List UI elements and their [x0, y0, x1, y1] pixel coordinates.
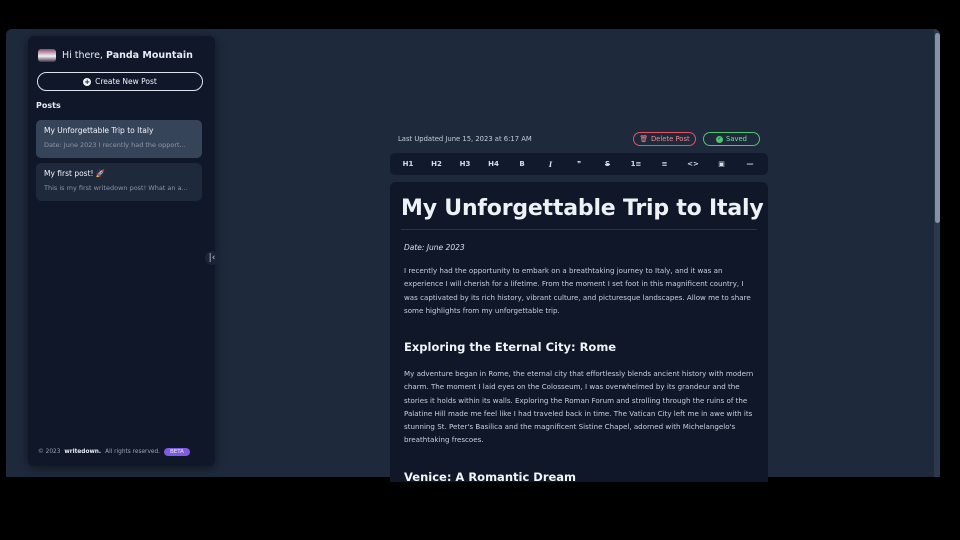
footer-brand[interactable]: writedown.: [64, 449, 101, 455]
posts-heading: Posts: [36, 101, 61, 110]
formatting-toolbar: H1 H2 H3 H4 B I ❞ S 1≡ ≡ <> ▣ —: [390, 153, 768, 175]
user-greeting: Hi there, Panda Mountain: [38, 47, 193, 63]
heading-1-button[interactable]: H1: [400, 160, 416, 168]
create-post-label: Create New Post: [95, 77, 157, 86]
footer-rights: All rights reserved.: [105, 449, 160, 455]
delete-post-button[interactable]: 🗑 Delete Post: [633, 132, 696, 146]
intro-paragraph[interactable]: I recently had the opportunity to embark…: [404, 264, 756, 317]
check-circle-icon: ✓: [716, 135, 723, 143]
document-title[interactable]: My Unforgettable Trip to Italy: [401, 196, 764, 221]
bold-button[interactable]: B: [514, 160, 530, 168]
create-post-button[interactable]: + Create New Post: [37, 72, 203, 91]
sidebar: Hi there, Panda Mountain + Create New Po…: [28, 36, 215, 466]
post-title: My first post! 🚀: [44, 169, 106, 178]
title-divider: [401, 229, 757, 230]
plus-circle-icon: +: [83, 77, 92, 86]
last-updated-text: Last Updated June 15, 2023 at 6:17 AM: [398, 135, 532, 143]
section-paragraph[interactable]: My adventure began in Rome, the eternal …: [404, 367, 756, 447]
post-excerpt: Date: June 2023 I recently had the oppor…: [44, 141, 186, 149]
delete-post-label: Delete Post: [650, 135, 690, 143]
heading-3-button[interactable]: H3: [457, 160, 473, 168]
section-heading[interactable]: Venice: A Romantic Dream: [404, 470, 576, 482]
page-scrollbar[interactable]: [934, 29, 940, 477]
scrollbar-thumb[interactable]: [935, 33, 940, 223]
bullet-list-button[interactable]: ≡: [657, 160, 673, 168]
italic-button[interactable]: I: [543, 160, 559, 169]
saved-status-button[interactable]: ✓ Saved: [703, 132, 760, 146]
horizontal-rule-button[interactable]: —: [742, 160, 758, 168]
avatar[interactable]: [38, 48, 56, 62]
editor-header: Last Updated June 15, 2023 at 6:17 AM 🗑 …: [398, 132, 760, 147]
editor-content[interactable]: My Unforgettable Trip to Italy Date: Jun…: [390, 182, 768, 482]
image-button[interactable]: ▣: [714, 160, 730, 168]
post-list-item[interactable]: My first post! 🚀 This is my first writed…: [36, 163, 202, 201]
saved-label: Saved: [726, 135, 747, 143]
greeting-text: Hi there, Panda Mountain: [62, 50, 193, 61]
footer-copyright: © 2023: [38, 449, 61, 455]
collapse-left-icon[interactable]: |‹: [205, 251, 219, 265]
heading-4-button[interactable]: H4: [486, 160, 502, 168]
user-name: Panda Mountain: [106, 49, 193, 61]
sidebar-footer: © 2023 writedown. All rights reserved. B…: [38, 448, 190, 456]
code-button[interactable]: <>: [685, 160, 701, 168]
beta-badge: BETA: [163, 448, 190, 456]
strikethrough-button[interactable]: S: [600, 160, 616, 168]
heading-2-button[interactable]: H2: [429, 160, 445, 168]
quote-button[interactable]: ❞: [571, 160, 587, 168]
section-heading[interactable]: Exploring the Eternal City: Rome: [404, 340, 616, 354]
document-date[interactable]: Date: June 2023: [404, 243, 465, 252]
post-list-item[interactable]: My Unforgettable Trip to Italy Date: Jun…: [36, 120, 202, 158]
trash-icon: 🗑: [639, 135, 648, 143]
ordered-list-button[interactable]: 1≡: [628, 160, 644, 168]
post-excerpt: This is my first writedown post! What an…: [44, 184, 188, 192]
post-title: My Unforgettable Trip to Italy: [44, 126, 154, 135]
greeting-prefix: Hi there,: [62, 49, 103, 61]
